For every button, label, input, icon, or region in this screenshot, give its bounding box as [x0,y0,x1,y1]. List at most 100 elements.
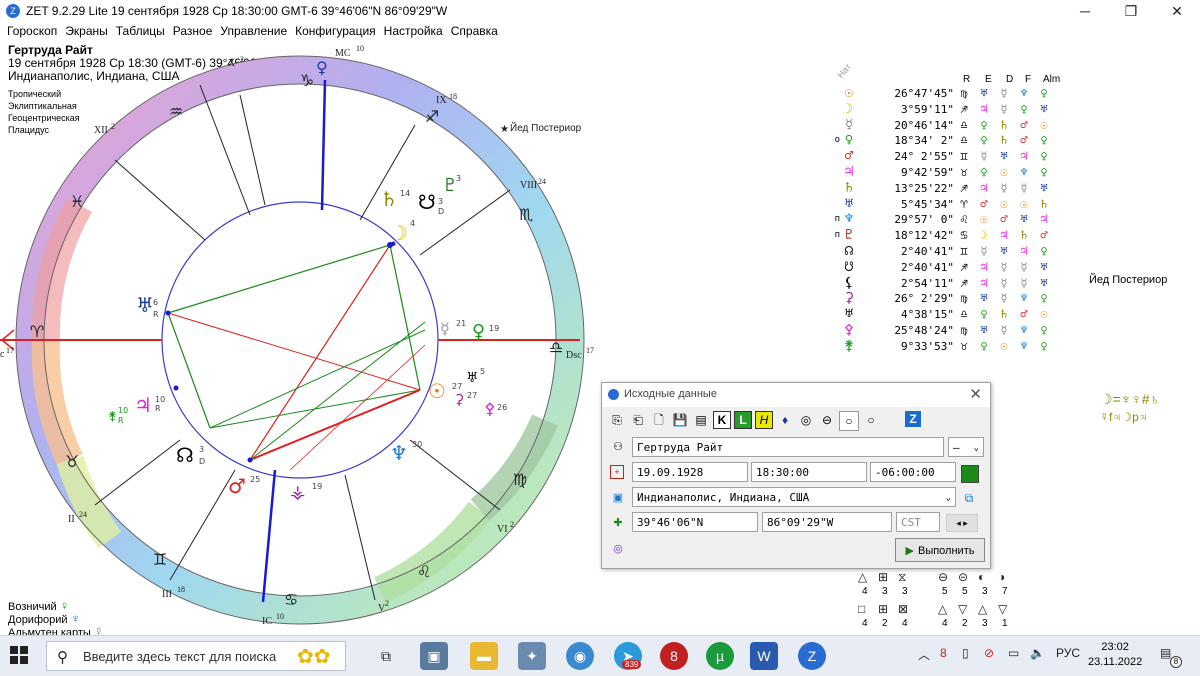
north-node-icon: ☊ [176,443,194,467]
fall-glyph-icon: ♄ [1040,196,1048,211]
timezone-offset-field[interactable]: -06:00:00 [870,462,956,482]
new-file-icon[interactable]: 🗋 [650,411,668,429]
word-icon[interactable]: W [750,642,778,670]
minimize-button[interactable]: ─ [1062,0,1108,22]
menu-control[interactable]: Управление [216,22,291,40]
venus-planet[interactable]: ♀ 19 [472,321,499,342]
vesta-planet[interactable]: ⚵ 10 R [108,406,128,425]
uranus-alt-planet[interactable]: ♅ 5 [466,367,485,386]
tray-yandex-icon[interactable]: 8 [940,646,947,660]
longitude-field[interactable]: 86°09'29"W [762,512,892,532]
pallas-planet[interactable]: ⚴ 26 [484,399,507,418]
cancer-sign-icon: ♋ [284,590,298,609]
task-view-icon[interactable]: ⧉ [372,642,400,670]
jupiter-planet[interactable]: ♃ 10 R [134,393,165,417]
fixed-star-side-label: Йед Постериор [1089,274,1168,286]
legend-count: 3 [982,618,988,629]
table-row: ☽ 3°59'11" ♐ ♃ ☿ ♀ ♅ [830,101,1054,118]
tray-device-icon[interactable]: ▯ [962,646,969,660]
zet-taskbar-icon[interactable]: Z [798,642,826,670]
date-field[interactable]: 19.09.1928 [632,462,748,482]
windows-start-icon[interactable] [10,646,28,664]
target-icon[interactable]: ◎ [797,411,815,429]
language-indicator[interactable]: РУС [1056,646,1080,660]
close-button[interactable]: ✕ [1154,0,1200,22]
neptune-planet[interactable]: ♆ 30 [390,440,422,465]
yandex-icon[interactable]: 8 [660,642,688,670]
system-clock[interactable]: 23:02 23.11.2022 [1088,640,1142,670]
dialog-toolbar: ⎘ ⎗ 🗋 💾 ▤ K L H ♦ ◎ ⊖ ○ ○ Z [608,411,921,431]
green-status-icon[interactable] [961,465,979,483]
maximize-button[interactable]: ❐ [1108,0,1154,22]
place-select[interactable]: Индианаполис, Индиана, США ⌄ [632,487,956,507]
menu-tables[interactable]: Таблицы [112,22,169,40]
uranus-planet[interactable]: ♅ 6 R [136,293,159,319]
mars-planet[interactable]: ♂ 25 [228,474,260,498]
search-placeholder: Введите здесь текст для поиска [83,649,277,664]
k-button[interactable]: K [713,411,731,429]
paste-icon[interactable]: ⎗ [629,411,647,429]
chevron-down-icon: ⌄ [945,493,951,503]
app-icon[interactable]: ✦ [518,642,546,670]
natal-chart-wheel[interactable]: ♑ ♒ ♓ ♈ ♉ ♊ ♋ ♌ ♍ ♎ ♏ ♐ MC 10 X 2 IX 18 … [0,40,600,635]
name-field[interactable]: Гертруда Райт [632,437,944,457]
table-icon[interactable]: ▤ [692,411,710,429]
circle-half-icon: ⊖ [938,570,949,584]
arrow-stepper[interactable]: ◂ ▸ [946,514,978,532]
down-triangle-icon: ▽ [958,602,968,616]
circle-toggle-icon[interactable]: ○ [839,411,859,431]
z-button[interactable]: Z [905,411,921,427]
north-node-planet[interactable]: ☊ 3 D [176,443,205,467]
gender-select[interactable]: – ⌄ [948,437,984,457]
chrome-icon[interactable]: ◉ [566,642,594,670]
copy-icon[interactable]: ⎘ [608,411,626,429]
planet-glyph-icon: ♂ [844,148,854,165]
legend-count: 4 [862,586,868,597]
l-button[interactable]: L [734,411,752,429]
dialog-close-button[interactable]: ✕ [969,385,982,403]
planet-glyph-icon: ☿ [844,116,854,133]
run-button[interactable]: ▶ Выполнить [895,538,985,562]
taskbar-search-box[interactable]: ⚲ Введите здесь текст для поиска ✿✿ [46,641,346,671]
menu-help[interactable]: Справка [447,22,502,40]
utorrent-icon[interactable]: µ [706,642,734,670]
mercury-planet[interactable]: ☿ 21 [440,319,466,338]
menu-configuration[interactable]: Конфигурация [291,22,380,40]
planet-glyph-icon: ⚸ [843,274,855,291]
minus-circle-icon[interactable]: ⊖ [818,411,836,429]
tray-expand-icon[interactable]: ︿ [918,646,930,663]
menu-misc[interactable]: Разное [169,22,217,40]
timezone-name-field[interactable]: CST [896,512,940,532]
fall-glyph-icon: ♃ [1040,212,1048,227]
cusp-iii [169,469,236,581]
h-button[interactable]: H [755,411,773,429]
tray-alert-icon[interactable]: ⊘ [984,646,994,660]
latitude-field[interactable]: 39°46'06"N [632,512,758,532]
saturn-planet[interactable]: ♄ 14 [380,187,410,211]
computer-app-icon[interactable]: ▣ [420,642,448,670]
windows-taskbar: ⚲ Введите здесь текст для поиска ✿✿ ⧉ ▣ … [0,635,1200,676]
settings-wheel-icon[interactable]: ◎ [610,541,626,557]
exaltation-glyph-icon: ☿ [1000,101,1008,116]
volume-icon[interactable]: 🔈 [1030,646,1045,660]
circle-icon[interactable]: ○ [862,411,880,429]
charioteer-text: Возничий [8,601,57,613]
moon-icon: ☽ [390,221,408,245]
menu-screens[interactable]: Экраны [61,22,111,40]
menu-settings[interactable]: Настройка [380,22,447,40]
row-mark: п [834,214,840,225]
pluto-top-planet[interactable]: ♇ 3 [442,174,461,196]
save-icon[interactable]: 💾 [671,411,689,429]
map-icon[interactable]: ⧉ [961,490,977,506]
south-node-planet[interactable]: ☋ 3 D [418,190,444,216]
moon-planet[interactable]: ☽ 4 [390,219,415,245]
ceres-planet[interactable]: ⚳ 27 [454,391,477,408]
juno-planet[interactable]: ⚶ 19 [290,482,322,503]
planet-position: 2°40'41" [901,260,954,274]
notification-icon[interactable]: ▤ [1160,646,1171,660]
diamond-icon[interactable]: ♦ [776,411,794,429]
menu-horoscope[interactable]: Гороскоп [3,22,61,40]
time-field[interactable]: 18:30:00 [751,462,867,482]
file-explorer-icon[interactable]: ▬ [470,642,498,670]
battery-icon[interactable]: ▭ [1008,646,1019,660]
